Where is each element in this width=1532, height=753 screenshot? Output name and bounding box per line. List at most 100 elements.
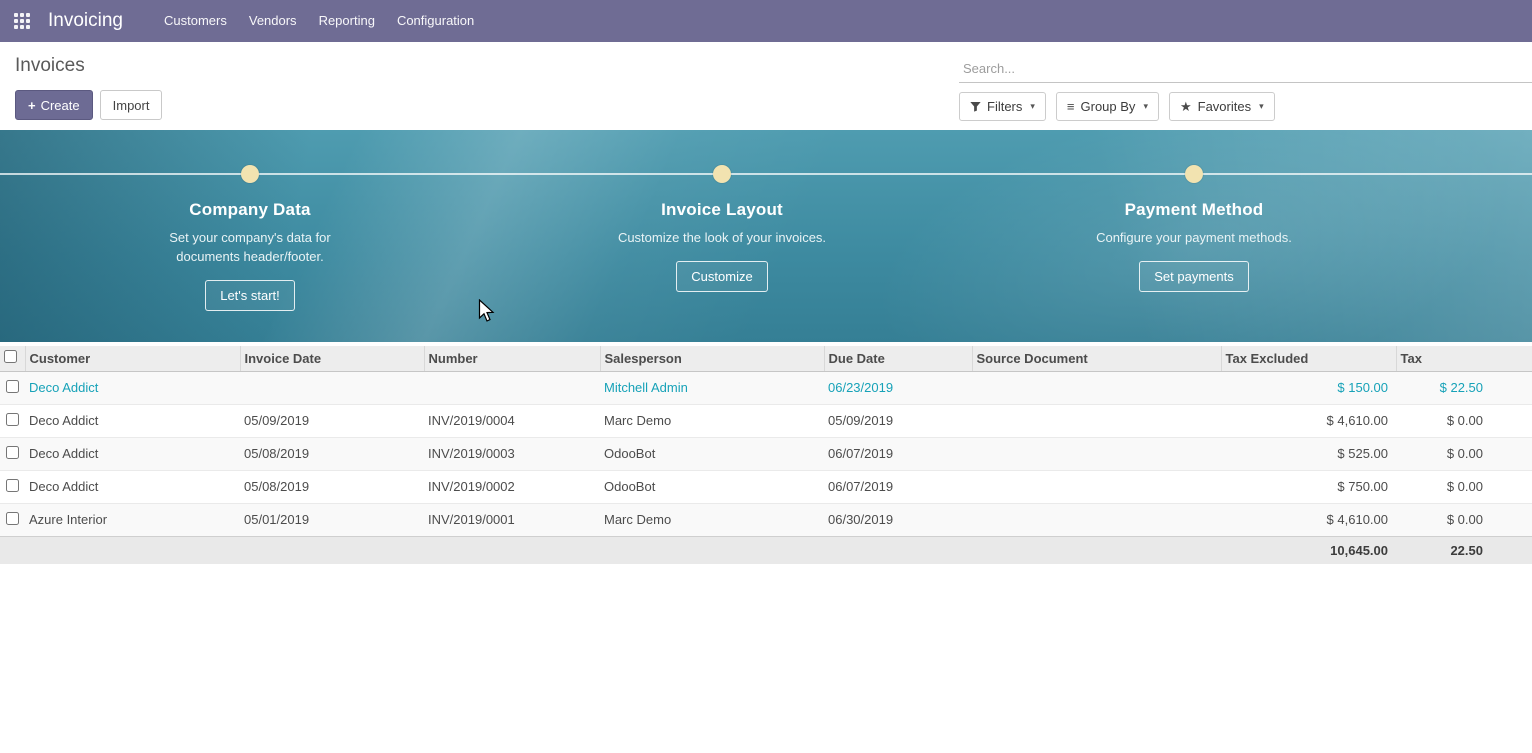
menu-vendors[interactable]: Vendors bbox=[238, 0, 308, 42]
col-header-source-document[interactable]: Source Document bbox=[972, 346, 1221, 371]
step-dot-icon bbox=[1185, 165, 1203, 183]
filters-button-label: Filters bbox=[987, 99, 1022, 114]
invoice-date-cell: 05/09/2019 bbox=[240, 404, 424, 437]
group-by-button[interactable]: ≡ Group By ▾ bbox=[1056, 92, 1159, 121]
caret-down-icon: ▾ bbox=[1030, 101, 1035, 112]
tax-excluded-cell: $ 4,610.00 bbox=[1221, 503, 1396, 536]
caret-down-icon: ▾ bbox=[1259, 101, 1264, 112]
tax-cell: $ 0.00 bbox=[1396, 437, 1532, 470]
plus-icon: + bbox=[28, 98, 36, 113]
onboarding-banner: Company Data Set your company's data for… bbox=[0, 130, 1532, 342]
step-description: Set your company's data for documents he… bbox=[141, 228, 359, 266]
source-document-cell bbox=[972, 404, 1221, 437]
due-date-cell: 06/07/2019 bbox=[824, 437, 972, 470]
tax-excluded-cell: $ 750.00 bbox=[1221, 470, 1396, 503]
row-checkbox[interactable] bbox=[6, 413, 19, 426]
control-panel: Invoices + Create Import Filters ▾ ≡ Gro… bbox=[0, 42, 1532, 130]
row-checkbox[interactable] bbox=[6, 479, 19, 492]
source-document-cell bbox=[972, 437, 1221, 470]
total-tax-excluded: 10,645.00 bbox=[1221, 536, 1396, 564]
tax-cell: $ 0.00 bbox=[1396, 503, 1532, 536]
salesperson-cell: OdooBot bbox=[600, 470, 824, 503]
filter-icon bbox=[970, 101, 981, 112]
number-cell: INV/2019/0002 bbox=[424, 470, 600, 503]
tax-excluded-cell: $ 525.00 bbox=[1221, 437, 1396, 470]
invoice-row[interactable]: Deco Addict 05/09/2019 INV/2019/0004 Mar… bbox=[0, 404, 1532, 437]
col-header-tax-excluded[interactable]: Tax Excluded bbox=[1221, 346, 1396, 371]
import-button[interactable]: Import bbox=[100, 90, 163, 120]
select-all-checkbox[interactable] bbox=[4, 350, 17, 363]
onboarding-step-invoice-layout: Invoice Layout Customize the look of you… bbox=[552, 165, 892, 292]
tax-cell: $ 22.50 bbox=[1396, 371, 1532, 404]
due-date-cell: 06/30/2019 bbox=[824, 503, 972, 536]
group-by-icon: ≡ bbox=[1067, 99, 1075, 114]
totals-row: 10,645.00 22.50 bbox=[0, 536, 1532, 564]
star-icon: ★ bbox=[1180, 99, 1192, 115]
filters-button[interactable]: Filters ▾ bbox=[959, 92, 1046, 121]
step-description: Configure your payment methods. bbox=[1085, 228, 1303, 247]
salesperson-cell: Marc Demo bbox=[600, 404, 824, 437]
search-input[interactable] bbox=[959, 57, 1532, 83]
step-title: Company Data bbox=[80, 200, 420, 220]
invoice-date-cell: 05/08/2019 bbox=[240, 470, 424, 503]
app-title[interactable]: Invoicing bbox=[48, 10, 123, 32]
step-dot-icon bbox=[713, 165, 731, 183]
step-title: Invoice Layout bbox=[552, 200, 892, 220]
caret-down-icon: ▾ bbox=[1143, 101, 1148, 112]
col-header-invoice-date[interactable]: Invoice Date bbox=[240, 346, 424, 371]
due-date-cell: 06/23/2019 bbox=[824, 371, 972, 404]
col-header-salesperson[interactable]: Salesperson bbox=[600, 346, 824, 371]
col-header-number[interactable]: Number bbox=[424, 346, 600, 371]
onboarding-step-payment-method: Payment Method Configure your payment me… bbox=[1024, 165, 1364, 292]
row-checkbox[interactable] bbox=[6, 512, 19, 525]
tax-cell: $ 0.00 bbox=[1396, 470, 1532, 503]
lets-start-button[interactable]: Let's start! bbox=[205, 280, 295, 311]
number-cell: INV/2019/0003 bbox=[424, 437, 600, 470]
salesperson-cell: Marc Demo bbox=[600, 503, 824, 536]
invoice-date-cell bbox=[240, 371, 424, 404]
row-checkbox[interactable] bbox=[6, 380, 19, 393]
number-cell bbox=[424, 371, 600, 404]
customer-cell: Azure Interior bbox=[25, 503, 240, 536]
tax-excluded-cell: $ 4,610.00 bbox=[1221, 404, 1396, 437]
step-description: Customize the look of your invoices. bbox=[613, 228, 831, 247]
customize-button[interactable]: Customize bbox=[676, 261, 767, 292]
customer-cell: Deco Addict bbox=[25, 371, 240, 404]
step-title: Payment Method bbox=[1024, 200, 1364, 220]
tax-cell: $ 0.00 bbox=[1396, 404, 1532, 437]
step-dot-icon bbox=[241, 165, 259, 183]
due-date-cell: 05/09/2019 bbox=[824, 404, 972, 437]
invoice-date-cell: 05/01/2019 bbox=[240, 503, 424, 536]
source-document-cell bbox=[972, 371, 1221, 404]
col-header-tax[interactable]: Tax bbox=[1396, 346, 1532, 371]
invoice-row[interactable]: Deco Addict 05/08/2019 INV/2019/0003 Odo… bbox=[0, 437, 1532, 470]
salesperson-cell: Mitchell Admin bbox=[600, 371, 824, 404]
menu-configuration[interactable]: Configuration bbox=[386, 0, 485, 42]
col-header-due-date[interactable]: Due Date bbox=[824, 346, 972, 371]
page-title: Invoices bbox=[15, 55, 162, 77]
tax-excluded-cell: $ 150.00 bbox=[1221, 371, 1396, 404]
favorites-button[interactable]: ★ Favorites ▾ bbox=[1169, 92, 1275, 121]
due-date-cell: 06/07/2019 bbox=[824, 470, 972, 503]
invoice-row[interactable]: Deco Addict Mitchell Admin 06/23/2019 $ … bbox=[0, 371, 1532, 404]
col-header-customer[interactable]: Customer bbox=[25, 346, 240, 371]
create-button[interactable]: + Create bbox=[15, 90, 93, 120]
invoice-row[interactable]: Azure Interior 05/01/2019 INV/2019/0001 … bbox=[0, 503, 1532, 536]
top-navbar: Invoicing Customers Vendors Reporting Co… bbox=[0, 0, 1532, 42]
create-button-label: Create bbox=[41, 98, 80, 113]
menu-customers[interactable]: Customers bbox=[153, 0, 238, 42]
table-header-row: Customer Invoice Date Number Salesperson… bbox=[0, 346, 1532, 371]
invoice-date-cell: 05/08/2019 bbox=[240, 437, 424, 470]
customer-cell: Deco Addict bbox=[25, 470, 240, 503]
set-payments-button[interactable]: Set payments bbox=[1139, 261, 1249, 292]
invoice-row[interactable]: Deco Addict 05/08/2019 INV/2019/0002 Odo… bbox=[0, 470, 1532, 503]
number-cell: INV/2019/0001 bbox=[424, 503, 600, 536]
menu-reporting[interactable]: Reporting bbox=[308, 0, 386, 42]
source-document-cell bbox=[972, 470, 1221, 503]
number-cell: INV/2019/0004 bbox=[424, 404, 600, 437]
onboarding-step-company-data: Company Data Set your company's data for… bbox=[80, 165, 420, 311]
customer-cell: Deco Addict bbox=[25, 404, 240, 437]
invoices-table: Customer Invoice Date Number Salesperson… bbox=[0, 346, 1532, 564]
row-checkbox[interactable] bbox=[6, 446, 19, 459]
apps-menu-icon[interactable] bbox=[14, 13, 31, 30]
